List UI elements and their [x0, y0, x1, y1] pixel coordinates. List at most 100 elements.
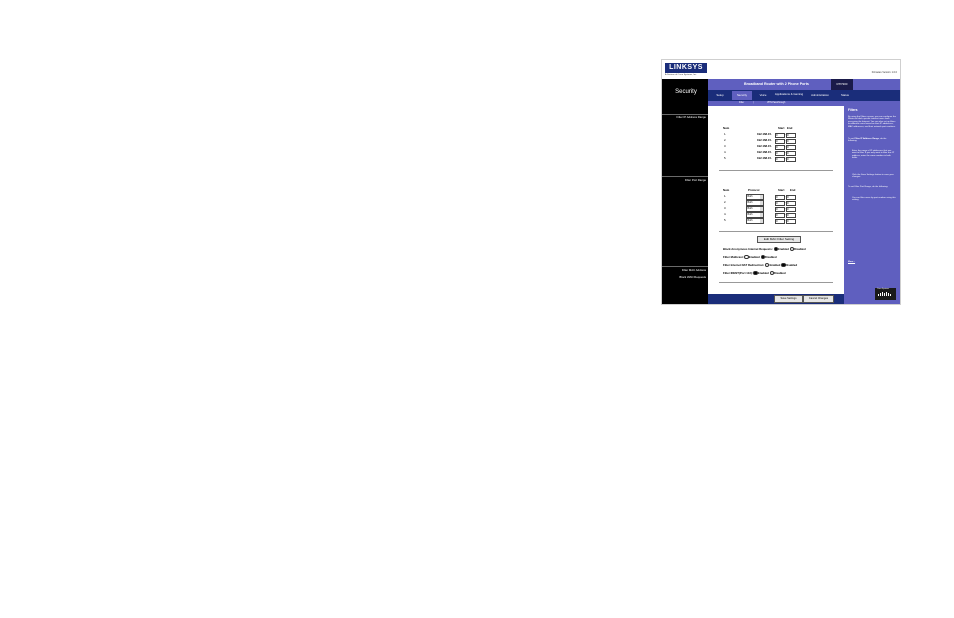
ip-header-num: Num [723, 126, 730, 130]
port-end-input[interactable]: 0 [786, 200, 796, 206]
select-value: Both [747, 201, 753, 205]
divider [719, 231, 833, 232]
select-value: Both [747, 207, 753, 211]
chevron-down-icon [759, 213, 763, 218]
input-value: 0 [776, 132, 778, 137]
port-header-protocol: Protocol [748, 188, 760, 192]
ip-prefix: 192.168.15. [757, 132, 772, 136]
row-num: 4. [724, 150, 727, 154]
row-num: 1. [724, 132, 727, 136]
ip-header-end: End [787, 126, 793, 130]
page-title: Security [675, 89, 697, 95]
wan-row: Filter Internet NAT Redirection: Enabled… [723, 262, 797, 268]
protocol-select[interactable]: Both [746, 218, 764, 225]
label-filter-port-range: Filter Port Range [684, 178, 706, 182]
cisco-text: Cisco Systems [877, 288, 889, 290]
help-text: Filter IP Address Range [854, 138, 880, 140]
edit-mac-filter-button[interactable]: Edit MAC Filter Setting [757, 236, 801, 243]
row-num: 5. [724, 218, 727, 222]
router-admin-screenshot: LINKSYS A Division of Cisco Systems, Inc… [661, 59, 901, 305]
ip-end-input[interactable]: 0 [786, 150, 796, 156]
input-value: 0 [787, 194, 789, 199]
ip-end-input[interactable]: 0 [786, 156, 796, 162]
select-value: Both [747, 213, 753, 217]
port-end-input[interactable]: 0 [786, 206, 796, 212]
input-value: 0 [776, 212, 778, 217]
filter-ident-label: Filter IDENT(Port 113): [723, 270, 753, 275]
product-name: Broadband Router with 2 Phone Ports [744, 82, 809, 86]
select-value: Both [747, 195, 753, 199]
ip-end-input[interactable]: 0 [786, 138, 796, 144]
radio-label: Enabled [777, 246, 789, 251]
section-divider [662, 266, 708, 267]
row-num: 4. [724, 212, 727, 216]
wan-row: Filter Multicast: Enabled Disabled [723, 254, 777, 260]
chevron-down-icon [759, 207, 763, 212]
ip-prefix: 192.168.15. [757, 156, 772, 160]
input-value: 0 [787, 138, 789, 143]
input-value: 0 [787, 212, 789, 217]
divider [719, 282, 833, 283]
help-paragraph: To set Filter IP Address Range, do the f… [848, 138, 896, 143]
filter-nat-label: Filter Internet NAT Redirection: [723, 262, 765, 267]
cancel-changes-button[interactable]: Cancel Changes [803, 295, 834, 303]
tab-applications-gaming[interactable]: Applications & Gaming [774, 91, 804, 101]
ip-prefix: 192.168.15. [757, 150, 772, 154]
tab-setup[interactable]: Setup [709, 91, 731, 100]
row-num: 2. [724, 200, 727, 204]
ip-end-input[interactable]: 0 [786, 144, 796, 150]
ip-header-start: Start [778, 126, 785, 130]
input-value: 0 [776, 218, 778, 223]
section-divider [662, 114, 708, 115]
label-block-wan: Block WAN Requests [679, 275, 706, 279]
cisco-logo: Cisco Systems [875, 288, 896, 300]
port-header-num: Num [723, 188, 730, 192]
save-settings-button[interactable]: Save Settings [774, 295, 803, 303]
tab-administration[interactable]: Administration [805, 91, 835, 100]
port-end-input[interactable]: 0 [786, 218, 796, 224]
tab-status[interactable]: Status [836, 91, 854, 100]
help-more-link[interactable]: More... [848, 261, 855, 263]
radio-label: Enabled [769, 262, 781, 267]
help-list-item: Enter the range of IP addresses that you… [852, 150, 895, 160]
port-header-end: End [790, 188, 796, 192]
filter-multicast-label: Filter Multicast: [723, 254, 744, 259]
port-end-input[interactable]: 0 [786, 194, 796, 200]
model-number: RTP300 [831, 79, 853, 90]
label-filter-mac: Filter MAC Address [681, 268, 706, 272]
radio-label: Enabled [748, 254, 760, 259]
input-value: 0 [787, 218, 789, 223]
input-value: 0 [776, 200, 778, 205]
linksys-logo: LINKSYS [665, 63, 707, 73]
tab-security[interactable]: Security [732, 91, 752, 100]
tab-voice[interactable]: Voice [753, 91, 773, 100]
port-end-input[interactable]: 0 [786, 212, 796, 218]
input-value: 0 [787, 200, 789, 205]
input-value: 0 [787, 132, 789, 137]
ip-prefix: 192.168.15. [757, 138, 772, 142]
help-paragraph: By using the Filters screen, you can con… [848, 116, 896, 128]
row-num: 3. [724, 144, 727, 148]
input-value: 0 [776, 150, 778, 155]
input-value: 0 [776, 144, 778, 149]
radio-label: Disabled [794, 246, 806, 251]
ip-end-input[interactable]: 0 [786, 132, 796, 138]
section-divider [662, 176, 708, 177]
row-num: 3. [724, 206, 727, 210]
help-panel [844, 106, 900, 304]
select-value: Both [747, 219, 753, 223]
help-title: Filters [848, 108, 858, 112]
chevron-down-icon [759, 219, 763, 224]
radio-label: Disabled [764, 254, 777, 259]
input-value: 0 [787, 156, 789, 161]
help-paragraph: To set Filter Port Range, do the followi… [848, 186, 889, 188]
input-value: 0 [787, 144, 789, 149]
radio-label: Enabled [757, 270, 769, 275]
row-num: 1. [724, 194, 727, 198]
radio-label: Disabled [773, 270, 786, 275]
help-list-item: Click the Save Settings button to save y… [852, 174, 894, 179]
input-value: 0 [776, 156, 778, 161]
input-value: 0 [776, 206, 778, 211]
firmware-version: Firmware Version: 1.0.0 [871, 71, 897, 74]
divider [719, 170, 833, 171]
